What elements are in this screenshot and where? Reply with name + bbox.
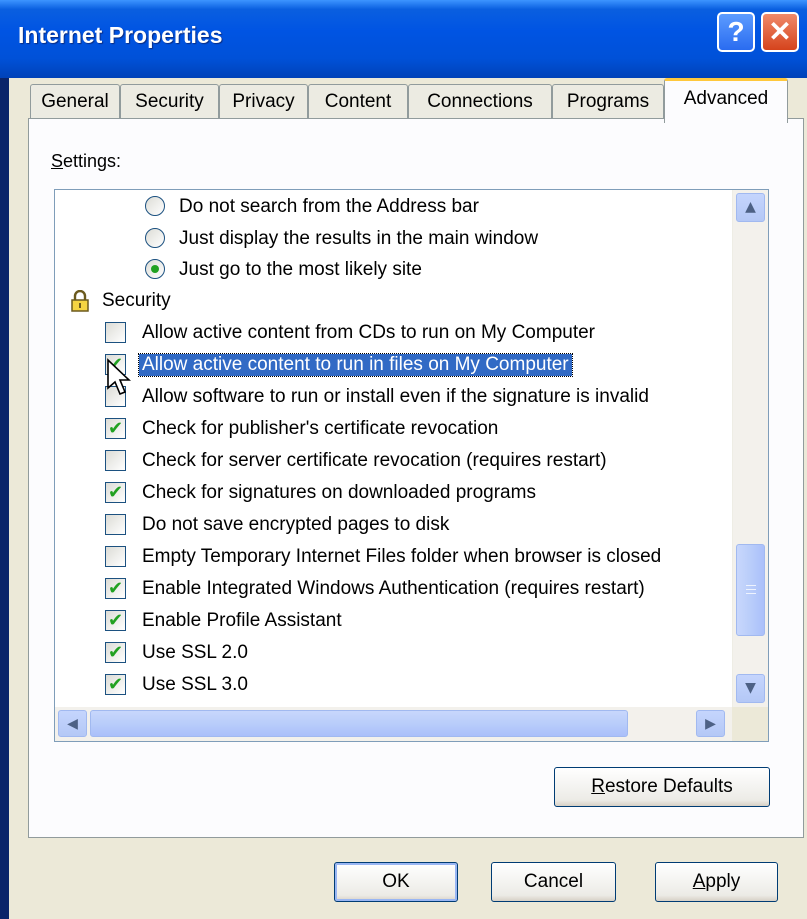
checkbox[interactable]: ✔ <box>105 642 126 663</box>
scroll-left-button[interactable]: ◀ <box>58 710 87 737</box>
list-item-label: Allow active content to run in files on … <box>138 353 573 377</box>
scroll-up-button[interactable]: ▲ <box>736 193 765 222</box>
vertical-scrollbar[interactable]: ▲ ▼ <box>732 190 768 707</box>
chevron-down-icon: ▼ <box>745 680 756 696</box>
settings-label-text: ettings: <box>63 151 122 171</box>
list-item-label: Enable Integrated Windows Authentication… <box>142 578 645 599</box>
vertical-scroll-thumb[interactable] <box>736 544 765 636</box>
list-item-label: Use SSL 3.0 <box>142 674 248 695</box>
list-item-label: Just go to the most likely site <box>179 259 422 280</box>
lock-icon <box>71 290 89 312</box>
mouse-cursor-icon <box>107 358 131 396</box>
list-item-label: Check for server certificate revocation … <box>142 450 607 471</box>
checkbox[interactable]: ✔ <box>105 674 126 695</box>
category-label: Security <box>102 290 171 311</box>
chevron-right-icon: ▶ <box>705 716 716 732</box>
close-icon: ✕ <box>768 16 792 47</box>
checkbox[interactable] <box>105 450 126 471</box>
restore-defaults-label: estore Defaults <box>604 776 733 797</box>
tab-advanced[interactable]: Advanced <box>664 78 788 123</box>
radio-button[interactable] <box>145 196 165 216</box>
advanced-tab-panel: Settings: Do not search from the Address… <box>28 118 804 838</box>
apply-button[interactable]: Apply <box>655 862 778 902</box>
radio-button[interactable] <box>145 228 165 248</box>
list-item-label: Allow active content from CDs to run on … <box>142 322 596 343</box>
list-item-label: Check for publisher's certificate revoca… <box>142 418 499 439</box>
help-icon: ? <box>727 16 745 47</box>
scrollbar-corner <box>732 707 768 741</box>
chevron-left-icon: ◀ <box>67 716 78 732</box>
help-button[interactable]: ? <box>717 12 755 52</box>
list-item-label: Enable Profile Assistant <box>142 610 342 631</box>
checkbox[interactable] <box>105 546 126 567</box>
cancel-button[interactable]: Cancel <box>491 862 616 902</box>
grip-line <box>746 593 756 594</box>
apply-label: pply <box>705 871 741 892</box>
close-button[interactable]: ✕ <box>761 12 799 52</box>
list-item-label: Allow software to run or install even if… <box>142 386 649 407</box>
horizontal-scrollbar[interactable]: ◀ ▶ <box>55 707 732 741</box>
grip-line <box>746 585 756 586</box>
tab-security[interactable]: Security <box>120 84 219 120</box>
radio-dot <box>151 265 159 273</box>
window-title: Internet Properties <box>18 22 223 48</box>
restore-defaults-button[interactable]: Restore Defaults <box>554 767 770 807</box>
settings-tree[interactable]: Do not search from the Address bar Just … <box>54 189 769 742</box>
list-item-label: Check for signatures on downloaded progr… <box>142 482 536 503</box>
dialog-client: General Security Privacy Content Connect… <box>9 78 807 919</box>
ok-button[interactable]: OK <box>334 862 458 902</box>
list-item-label: Use SSL 2.0 <box>142 642 248 663</box>
scroll-right-button[interactable]: ▶ <box>696 710 725 737</box>
internet-properties-window: Internet Properties ? ✕ General Security… <box>0 0 807 919</box>
checkbox[interactable] <box>105 514 126 535</box>
tab-privacy[interactable]: Privacy <box>219 84 308 120</box>
list-item-label: Do not save encrypted pages to disk <box>142 514 450 535</box>
tab-general[interactable]: General <box>30 84 120 120</box>
checkbox[interactable]: ✔ <box>105 482 126 503</box>
horizontal-scroll-thumb[interactable] <box>90 710 628 737</box>
chevron-up-icon: ▲ <box>745 199 756 215</box>
checkbox[interactable] <box>105 322 126 343</box>
settings-rows: Do not search from the Address bar Just … <box>55 190 732 707</box>
checkbox[interactable]: ✔ <box>105 578 126 599</box>
checkbox[interactable]: ✔ <box>105 610 126 631</box>
list-item-label: Just display the results in the main win… <box>179 228 539 249</box>
list-item-label: Empty Temporary Internet Files folder wh… <box>142 546 662 567</box>
checkbox[interactable]: ✔ <box>105 418 126 439</box>
list-item-label: Do not search from the Address bar <box>179 196 479 217</box>
title-bar[interactable]: Internet Properties ? ✕ <box>0 0 807 78</box>
grip-line <box>746 589 756 590</box>
tab-connections[interactable]: Connections <box>408 84 552 120</box>
tab-programs[interactable]: Programs <box>552 84 664 120</box>
radio-button[interactable] <box>145 259 165 279</box>
tab-content[interactable]: Content <box>308 84 408 120</box>
scroll-down-button[interactable]: ▼ <box>736 674 765 703</box>
settings-label: Settings: <box>51 151 122 171</box>
